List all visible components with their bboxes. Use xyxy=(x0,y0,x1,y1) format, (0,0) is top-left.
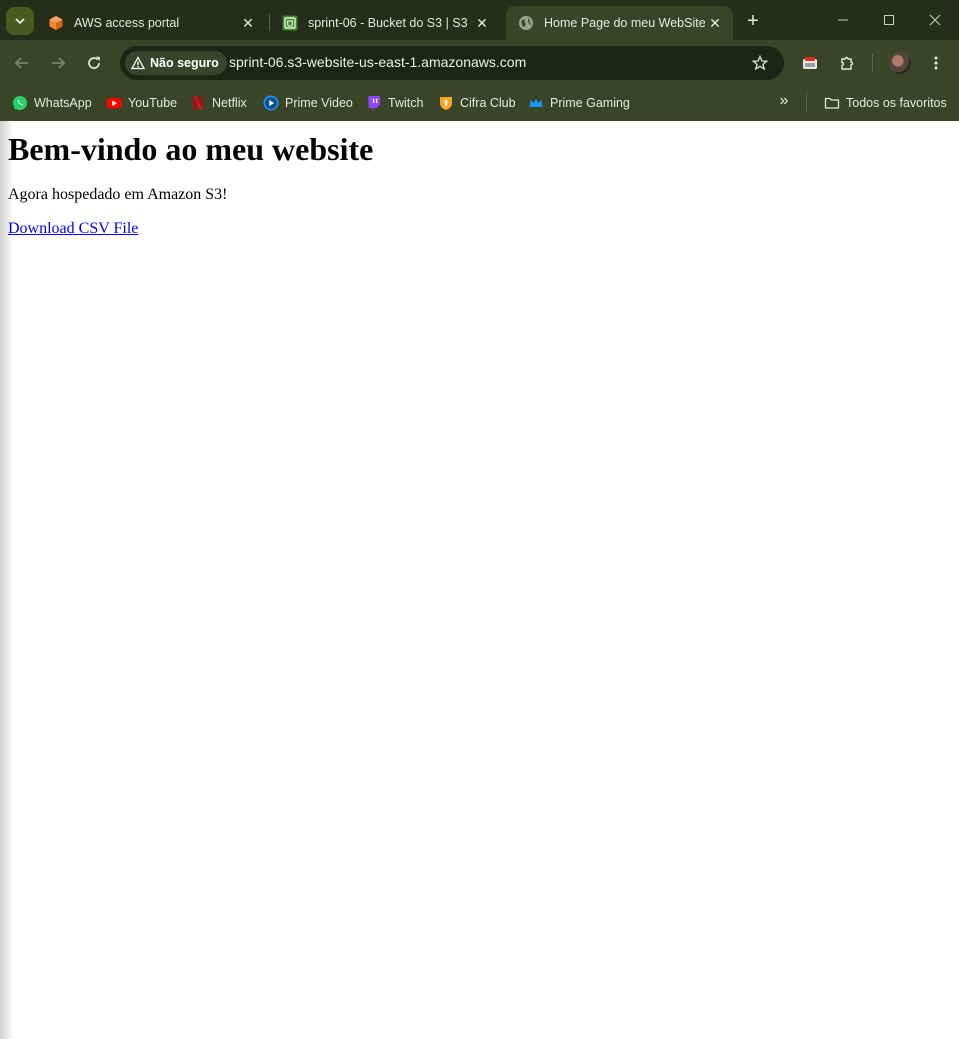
reload-button[interactable] xyxy=(80,49,108,77)
window-edge-shadow xyxy=(0,121,14,1039)
aws-cube-icon xyxy=(49,16,63,30)
all-bookmarks-button[interactable]: Todos os favoritos xyxy=(824,91,947,115)
tab-s3-bucket[interactable]: sprint-06 - Bucket do S3 | S3 | us-east-… xyxy=(270,6,500,40)
tab-title: Home Page do meu WebSite - sprint-06 xyxy=(544,16,705,30)
tab-title: sprint-06 - Bucket do S3 | S3 | us-east-… xyxy=(308,16,472,30)
bookmark-youtube[interactable]: YouTube xyxy=(106,91,177,115)
all-bookmarks-label: Todos os favoritos xyxy=(846,96,947,110)
profile-avatar[interactable] xyxy=(889,52,911,74)
youtube-icon xyxy=(106,95,122,111)
extensions-button[interactable] xyxy=(833,49,861,77)
netflix-icon xyxy=(190,95,206,111)
bookmark-prime-video[interactable]: Prime Video xyxy=(263,91,353,115)
page-paragraph: Agora hospedado em Amazon S3! xyxy=(8,186,228,203)
bookmark-label: Twitch xyxy=(388,96,424,110)
close-icon xyxy=(929,14,941,26)
whatsapp-icon xyxy=(12,95,28,111)
url-text[interactable]: sprint-06.s3-website-us-east-1.amazonaws… xyxy=(229,54,526,70)
security-label: Não seguro xyxy=(150,56,219,70)
puzzle-icon xyxy=(841,56,854,70)
bookmark-label: Netflix xyxy=(212,96,247,110)
arrow-right-icon xyxy=(52,57,66,69)
close-icon[interactable]: ✕ xyxy=(472,13,492,33)
prime-video-icon xyxy=(263,95,279,111)
close-icon[interactable]: ✕ xyxy=(705,13,725,33)
folder-icon xyxy=(824,95,840,111)
plus-icon: + xyxy=(747,9,759,32)
tab-search-button[interactable] xyxy=(6,7,34,35)
download-csv-link[interactable]: Download CSV File xyxy=(8,220,138,238)
twitch-icon xyxy=(366,95,382,111)
bookmark-label: Prime Gaming xyxy=(550,96,630,110)
warning-icon xyxy=(131,56,145,70)
cifra-club-icon xyxy=(438,95,454,111)
close-icon[interactable]: ✕ xyxy=(238,13,258,33)
s3-bucket-icon xyxy=(282,15,298,31)
minimize-button[interactable] xyxy=(820,8,866,32)
more-vertical-icon xyxy=(934,56,938,70)
minimize-icon xyxy=(838,19,848,21)
cast-media-icon xyxy=(803,57,817,69)
tab-strip: AWS access portal ✕ sprint-06 - Bucket d… xyxy=(0,0,959,40)
arrow-left-icon xyxy=(14,57,28,69)
close-window-button[interactable] xyxy=(912,8,958,32)
toolbar-divider xyxy=(872,54,873,72)
chevron-down-icon xyxy=(15,18,25,25)
cast-button[interactable] xyxy=(796,49,824,77)
bookmark-label: WhatsApp xyxy=(34,96,92,110)
new-tab-button[interactable]: + xyxy=(741,9,765,33)
forward-button[interactable] xyxy=(44,49,72,77)
bookmark-whatsapp[interactable]: WhatsApp xyxy=(12,91,92,115)
reload-icon xyxy=(88,56,100,69)
more-bookmarks-button[interactable]: » xyxy=(774,91,794,111)
double-chevron-right-icon: » xyxy=(779,92,789,109)
bookmark-label: YouTube xyxy=(128,96,178,110)
globe-icon xyxy=(519,16,533,30)
browser-menu-button[interactable] xyxy=(922,49,950,77)
bookmark-twitch[interactable]: Twitch xyxy=(366,91,423,115)
bookmark-label: Prime Video xyxy=(285,96,353,110)
tab-aws-access-portal[interactable]: AWS access portal ✕ xyxy=(36,6,266,40)
bookmark-prime-gaming[interactable]: Prime Gaming xyxy=(528,91,630,115)
bookmarks-divider xyxy=(806,93,807,111)
star-icon xyxy=(752,55,768,71)
maximize-button[interactable] xyxy=(866,8,912,32)
back-button[interactable] xyxy=(8,49,36,77)
browser-toolbar: Não seguro sprint-06.s3-website-us-east-… xyxy=(0,40,959,85)
bookmark-netflix[interactable]: Netflix xyxy=(190,91,247,115)
bookmark-cifra-club[interactable]: Cifra Club xyxy=(438,91,516,115)
page-heading: Bem-vindo ao meu website xyxy=(8,131,374,167)
bookmark-label: Cifra Club xyxy=(460,96,516,110)
prime-gaming-icon xyxy=(528,95,544,111)
bookmark-star-button[interactable] xyxy=(748,51,772,75)
tab-title: AWS access portal xyxy=(74,16,180,30)
tab-home-page[interactable]: Home Page do meu WebSite - sprint-06 ✕ xyxy=(506,6,733,40)
page-viewport: Bem-vindo ao meu website Agora hospedado… xyxy=(0,121,959,1039)
address-bar[interactable]: Não seguro sprint-06.s3-website-us-east-… xyxy=(120,46,784,80)
security-chip[interactable]: Não seguro xyxy=(125,51,227,75)
bookmarks-bar: WhatsApp YouTube Netflix Prime Video Twi… xyxy=(0,85,959,121)
maximize-icon xyxy=(884,15,894,25)
